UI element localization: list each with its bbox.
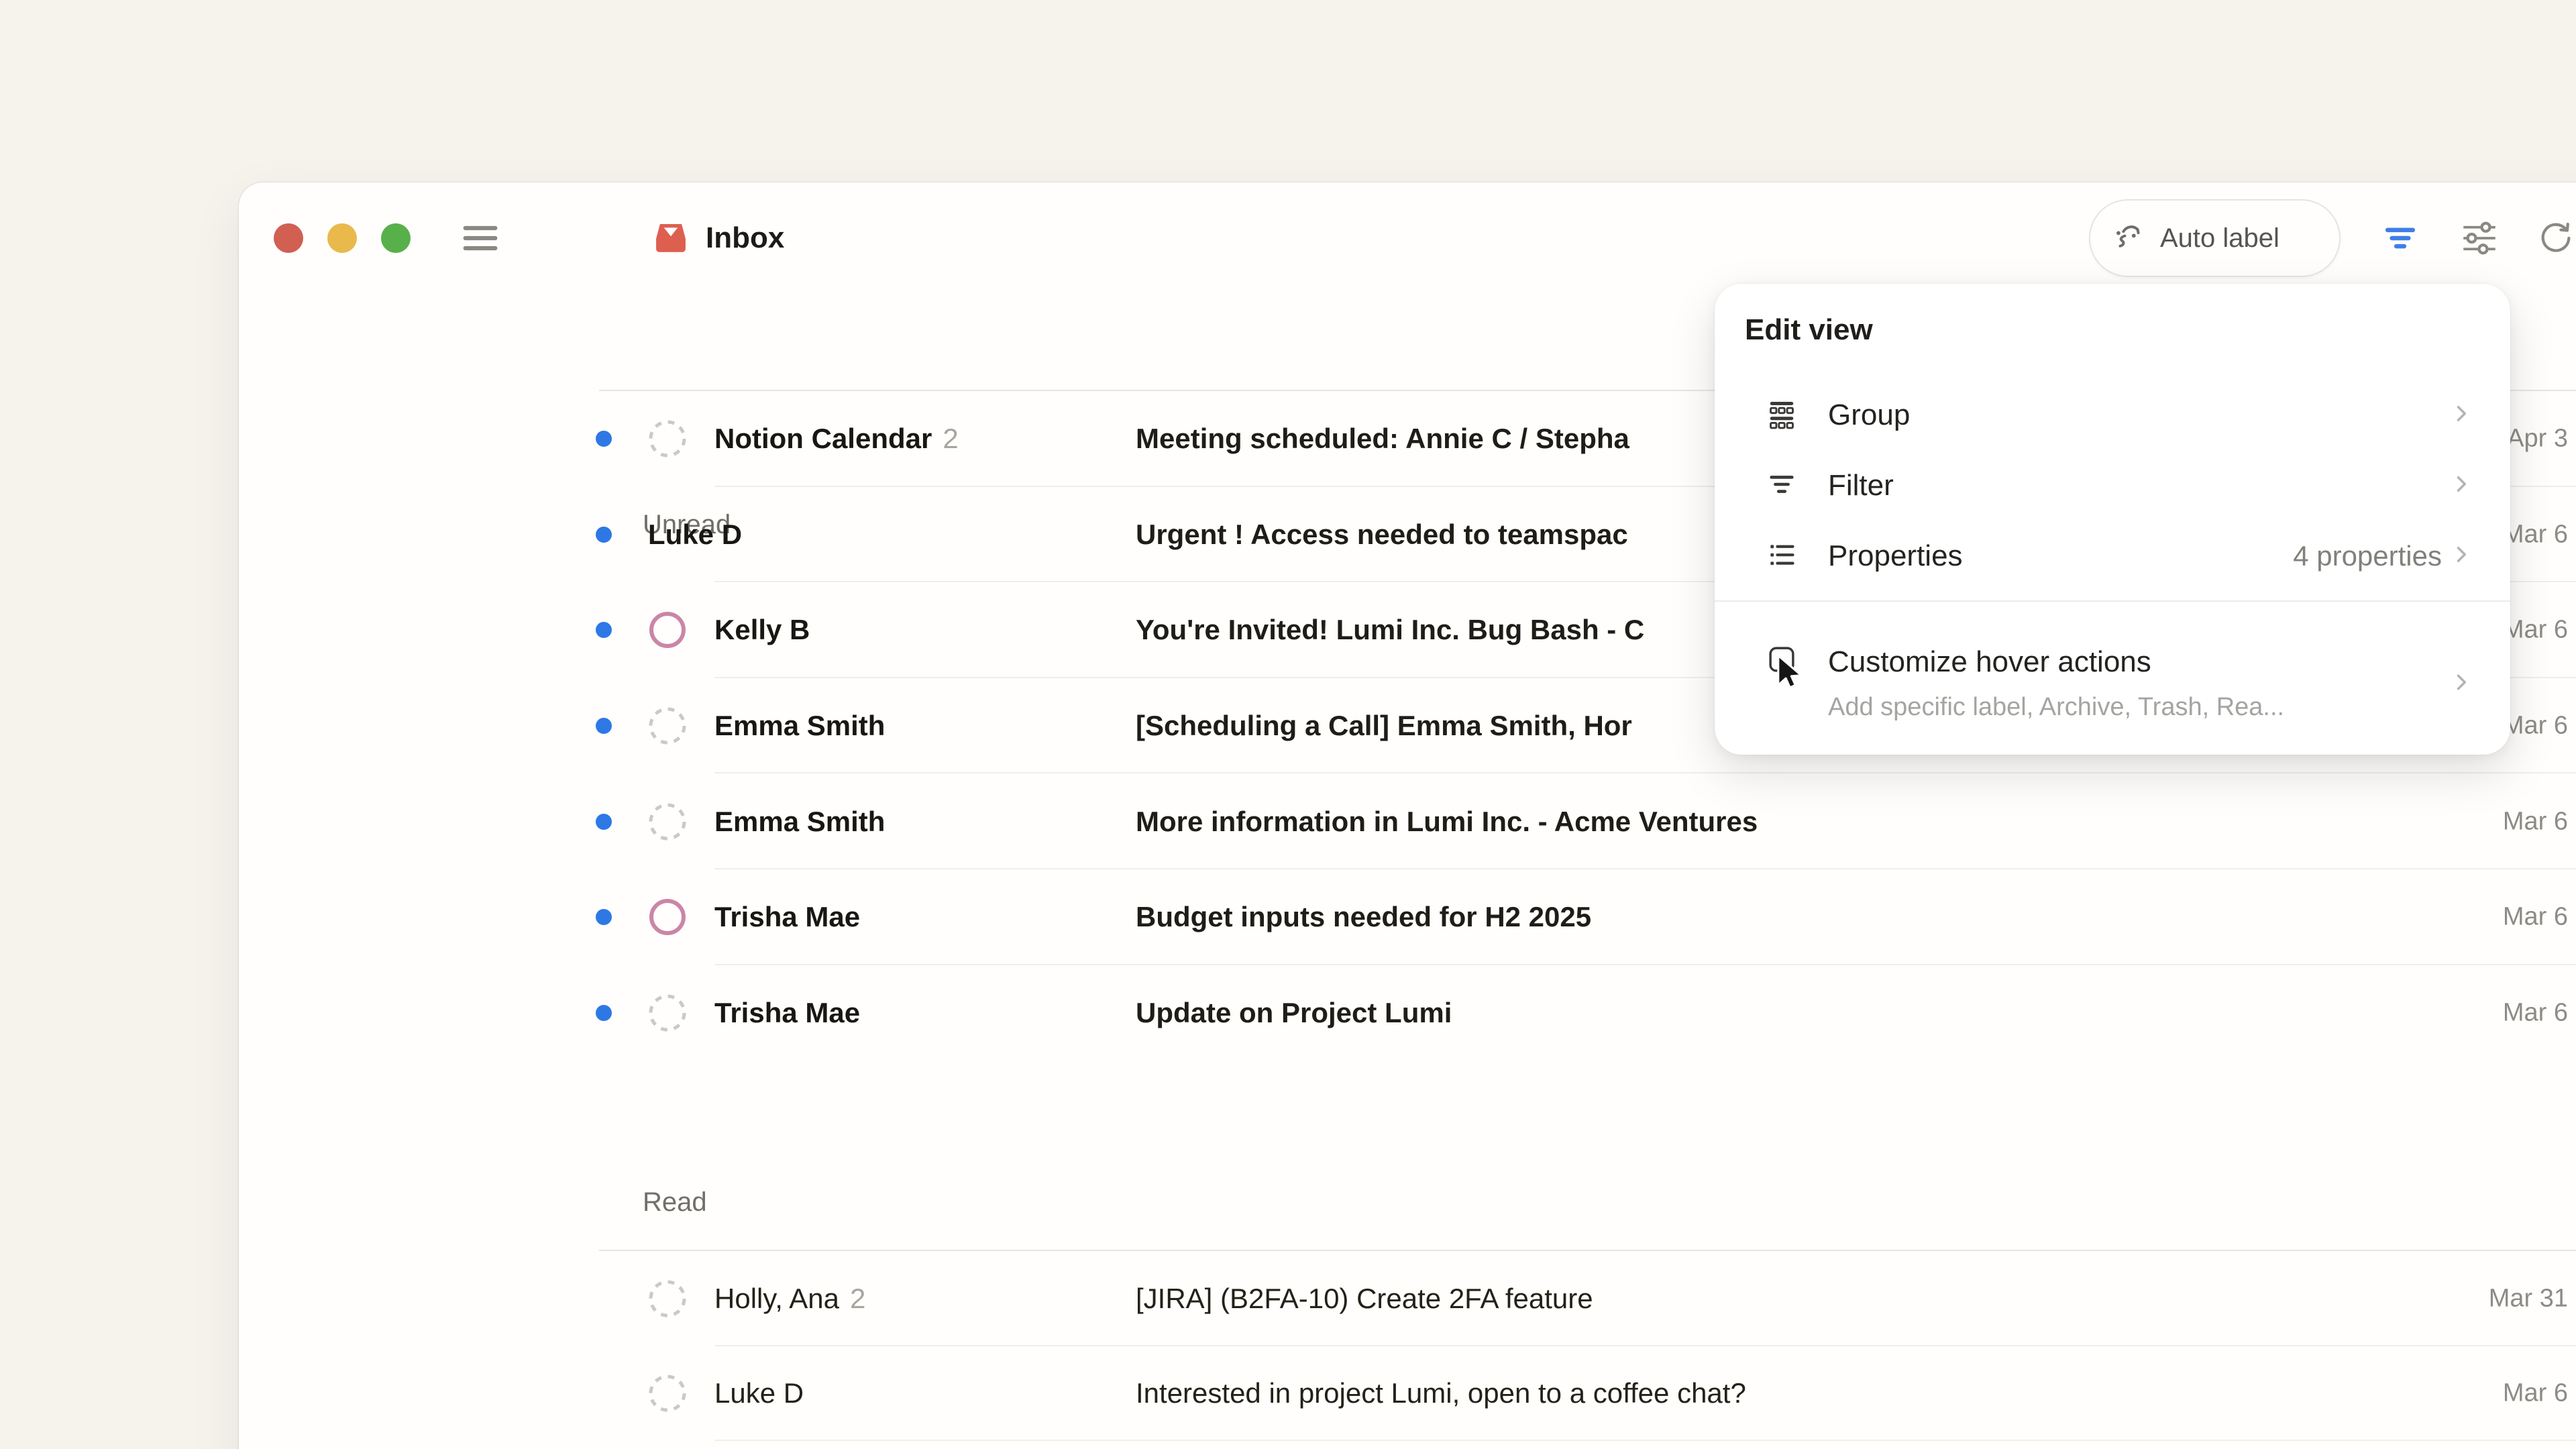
subject: [JIRA] (B2FA-10) Create 2FA feature [1136, 1283, 1593, 1315]
date: Mar 6 [2503, 1379, 2568, 1408]
avatar [648, 706, 687, 745]
sender-name: Trisha Mae [714, 901, 860, 933]
edit-view-title: Edit view [1745, 313, 1873, 347]
date: Mar 31 [2489, 1284, 2568, 1313]
sender-name: Holly, Ana [714, 1283, 839, 1315]
subject: Update on Project Lumi [1136, 997, 1452, 1029]
avatar [648, 1374, 687, 1413]
menu-item-customize-hover-actions[interactable]: Customize hover actions Add specific lab… [1715, 625, 2510, 739]
date: Mar 6 [2503, 807, 2568, 836]
subject: Meeting scheduled: Annie C / Stepha [1136, 423, 1629, 455]
date: Mar 6 [2503, 903, 2568, 932]
menu-item-label: Filter [1828, 469, 1894, 502]
unread-dot [596, 622, 612, 638]
sender-name: Kelly B [714, 614, 810, 646]
sender-name: Luke D [714, 1377, 804, 1409]
subject: More information in Lumi Inc. - Acme Ven… [1136, 806, 1758, 838]
unread-dot [596, 527, 612, 543]
thread-count: 2 [943, 423, 958, 455]
email-row[interactable]: Trisha Mae Update on Project Lumi Mar 6 [239, 965, 2576, 1061]
menu-item-label: Customize hover actions [1828, 645, 2151, 679]
unread-dot [596, 909, 612, 925]
subject: Budget inputs needed for H2 2025 [1136, 901, 1591, 933]
chevron-right-icon [2449, 543, 2473, 570]
sender-name: Notion Calendar [714, 423, 932, 455]
edit-view-panel: Edit view Group [1715, 284, 2510, 755]
avatar [648, 802, 687, 841]
menu-item-description: Add specific label, Archive, Trash, Rea.… [1828, 693, 2284, 722]
properties-count: 4 properties [2293, 540, 2442, 572]
avatar [648, 898, 687, 936]
date: Mar 6 [2503, 520, 2568, 549]
subject: Interested in project Lumi, open to a co… [1136, 1377, 1746, 1409]
group-icon [1766, 398, 1797, 433]
sender-name: Emma Smith [714, 710, 885, 742]
mail-app-window: Inbox Auto label [239, 182, 2576, 1449]
unread-dot [596, 814, 612, 830]
properties-icon [1766, 539, 1797, 574]
menu-item-label: Group [1828, 398, 1910, 432]
panel-divider [1715, 600, 2510, 602]
chevron-right-icon [2449, 402, 2473, 429]
menu-item-group[interactable]: Group [1715, 380, 2510, 450]
subject: You're Invited! Lumi Inc. Bug Bash - C [1136, 614, 1644, 646]
mouse-cursor [1775, 653, 1806, 698]
chevron-right-icon [2449, 670, 2473, 698]
sender-name: Trisha Mae [714, 997, 860, 1029]
unread-dot [596, 1005, 612, 1021]
email-row[interactable]: Emma Smith More information in Lumi Inc.… [239, 773, 2576, 869]
date: Mar 6 [2503, 616, 2568, 645]
date: Apr 3 [2507, 425, 2568, 453]
unread-dot [596, 431, 612, 447]
section-header-read: Read [643, 1187, 707, 1218]
subject: [Scheduling a Call] Emma Smith, Hor [1136, 710, 1632, 742]
menu-item-filter[interactable]: Filter [1715, 451, 2510, 521]
menu-item-label: Properties [1828, 539, 1963, 573]
avatar [648, 610, 687, 649]
avatar [648, 1279, 687, 1318]
thread-count: 2 [850, 1283, 865, 1315]
filter-icon [1766, 469, 1797, 503]
date: Mar 6 [2503, 712, 2568, 741]
email-row[interactable]: Trisha Mae Budget inputs needed for H2 2… [239, 869, 2576, 965]
email-row[interactable]: Holly, Ana 2 [JIRA] (B2FA-10) Create 2FA… [239, 1251, 2576, 1346]
email-row[interactable]: Luke D Interested in project Lumi, open … [239, 1346, 2576, 1442]
unread-dot [596, 718, 612, 734]
subject: Urgent ! Access needed to teamspac [1136, 519, 1628, 551]
avatar [648, 994, 687, 1032]
avatar [648, 419, 687, 458]
sender-name: Luke D [648, 519, 742, 551]
read-rows: Holly, Ana 2 [JIRA] (B2FA-10) Create 2FA… [239, 1251, 2576, 1441]
chevron-right-icon [2449, 472, 2473, 500]
menu-item-properties[interactable]: Properties 4 properties [1715, 521, 2510, 591]
date: Mar 6 [2503, 998, 2568, 1027]
sender-name: Emma Smith [714, 806, 885, 838]
